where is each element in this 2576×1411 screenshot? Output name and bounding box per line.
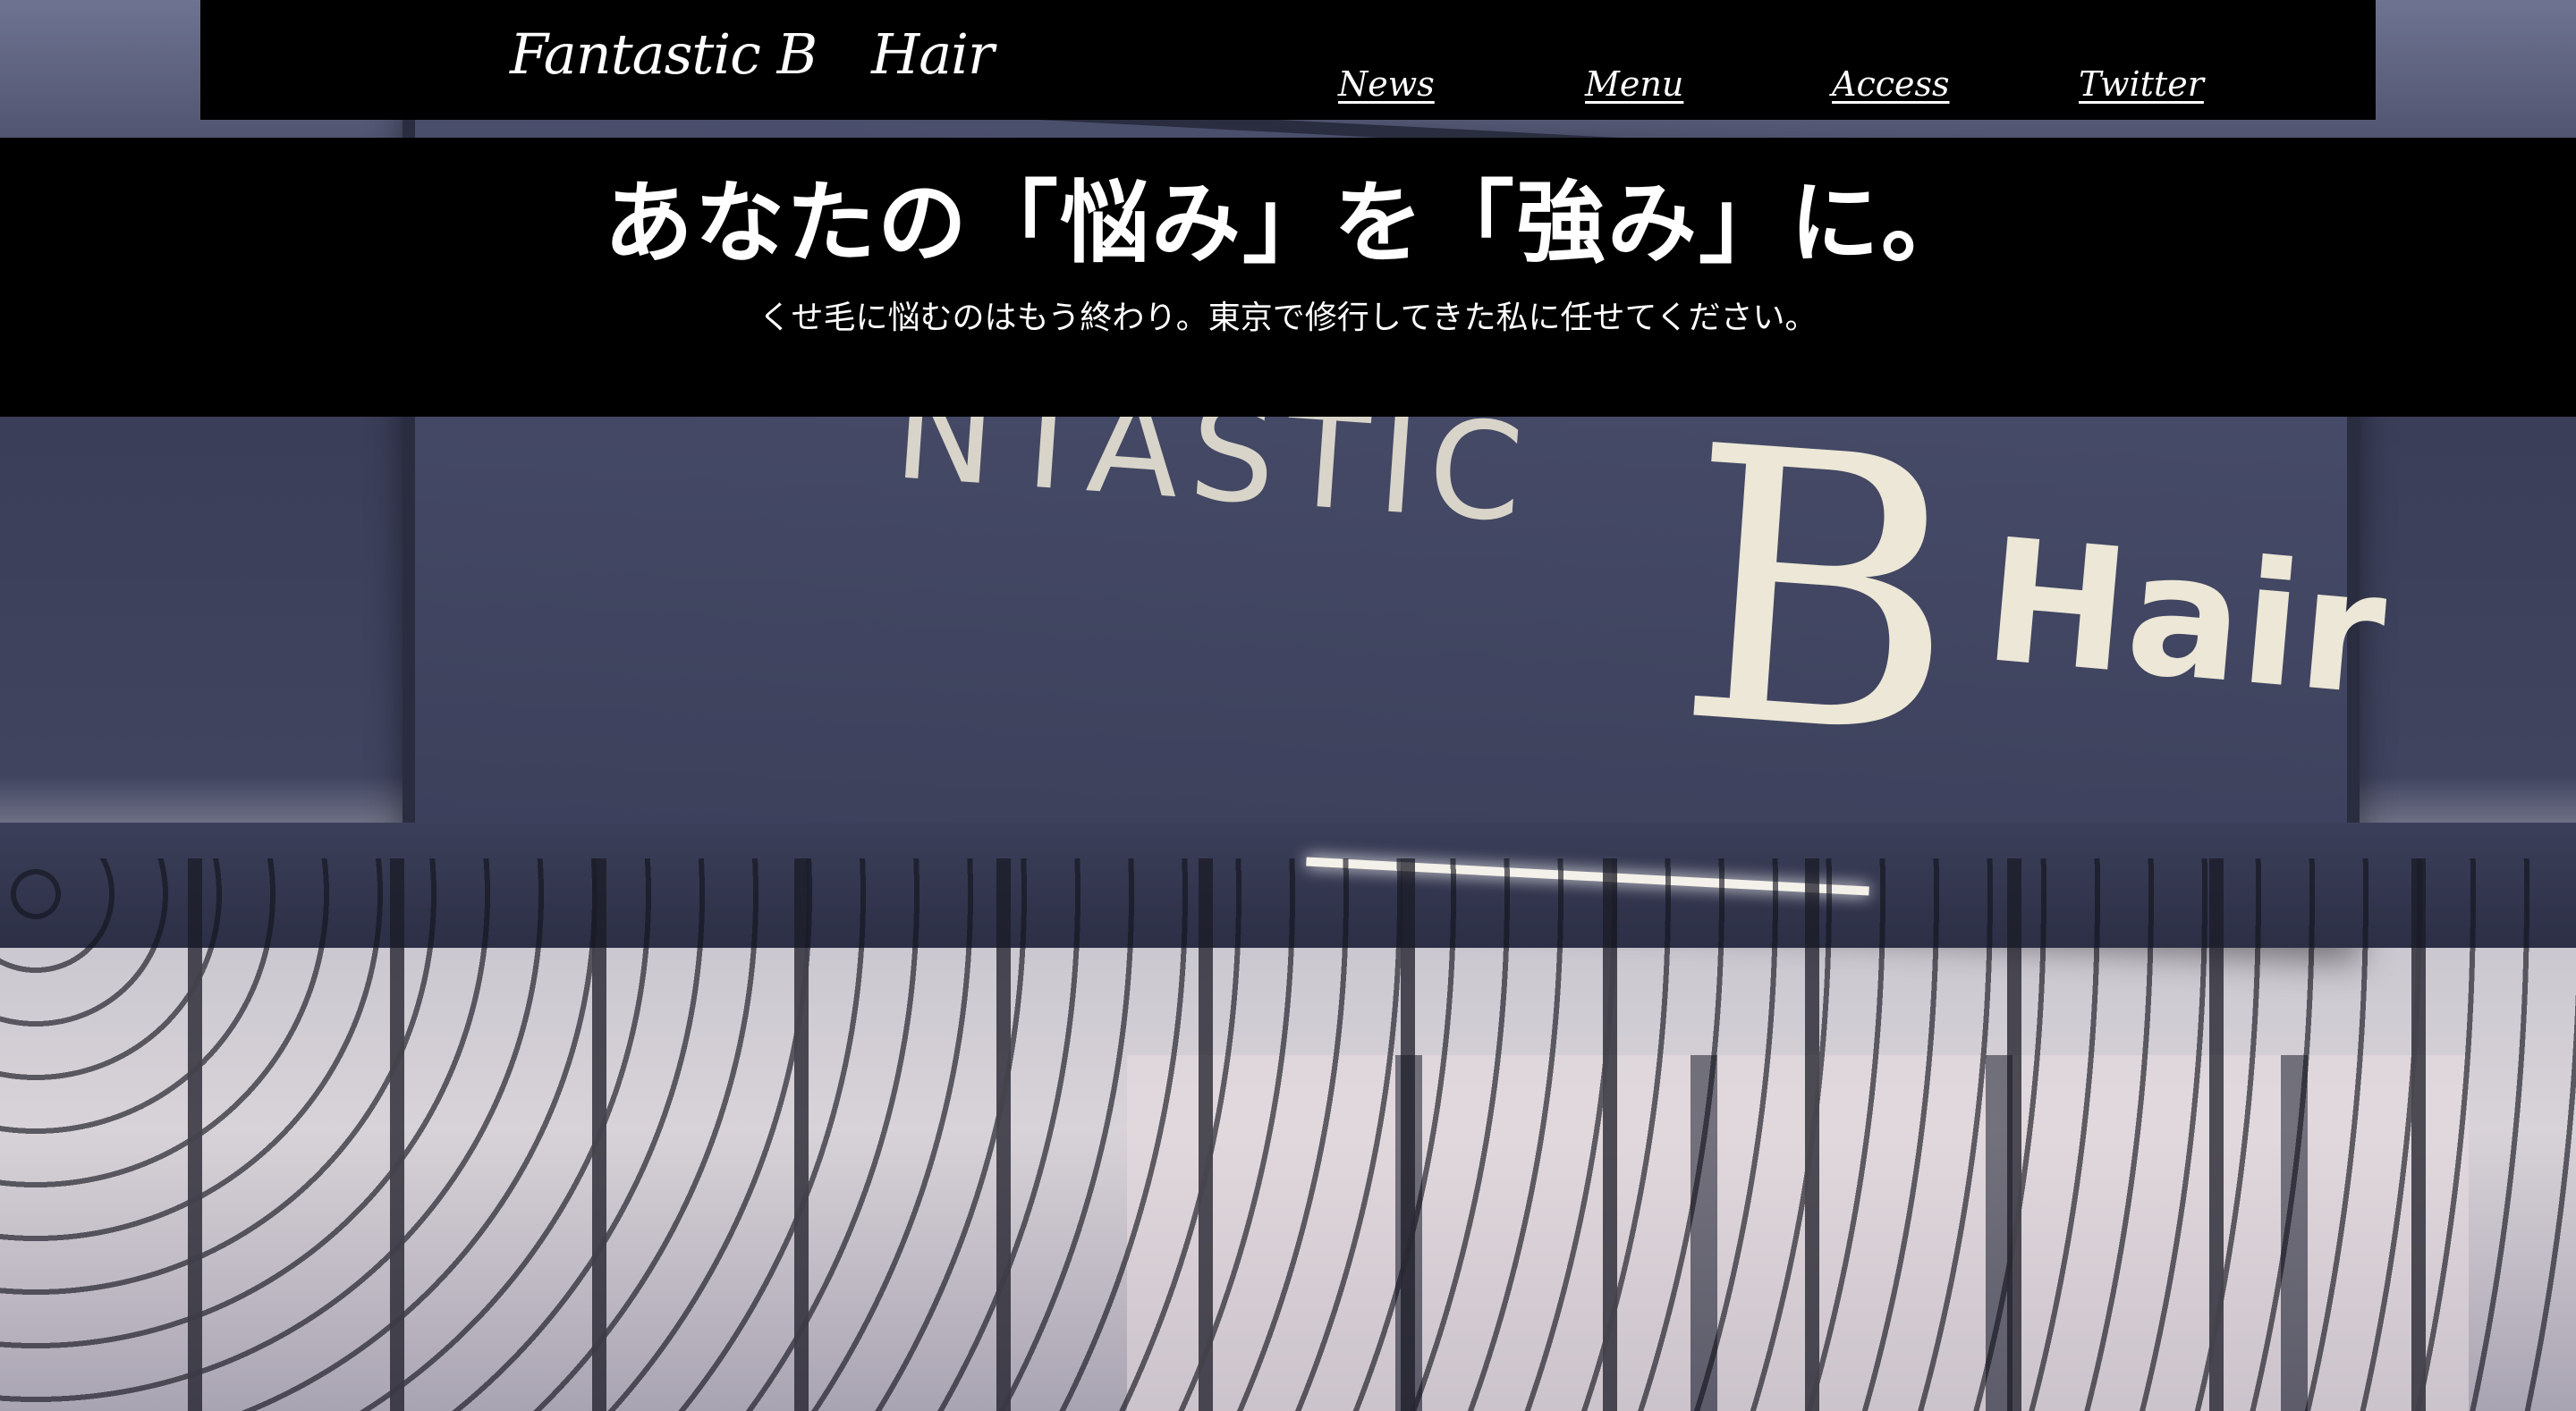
- nav-link-twitter[interactable]: Twitter: [2079, 64, 2326, 104]
- sign-logo-letter: B: [1666, 366, 1973, 823]
- hero-subtext: くせ毛に悩むのはもう終わり。東京で修行してきた私に任せてください。: [758, 300, 1818, 336]
- site-title[interactable]: Fantastic B Hair: [510, 9, 995, 89]
- page: NTASTIC B Hair Fantastic B Hair News Men…: [0, 0, 2576, 1411]
- sign-word: Hair: [1978, 501, 2393, 734]
- nav-link-access[interactable]: Access: [1832, 64, 2079, 104]
- nav-link-news[interactable]: News: [1338, 64, 1585, 104]
- hero-headline: あなたの「悩み」を「強み」に。: [604, 170, 1972, 275]
- hero-banner: あなたの「悩み」を「強み」に。 くせ毛に悩むのはもう終わり。東京で修行してきた私…: [0, 138, 2576, 417]
- iron-scroll-fence: [0, 858, 2576, 1411]
- nav-link-menu[interactable]: Menu: [1585, 64, 1832, 104]
- site-header: Fantastic B Hair News Menu Access Twitte…: [200, 0, 2376, 120]
- main-nav: News Menu Access Twitter: [1338, 64, 2326, 104]
